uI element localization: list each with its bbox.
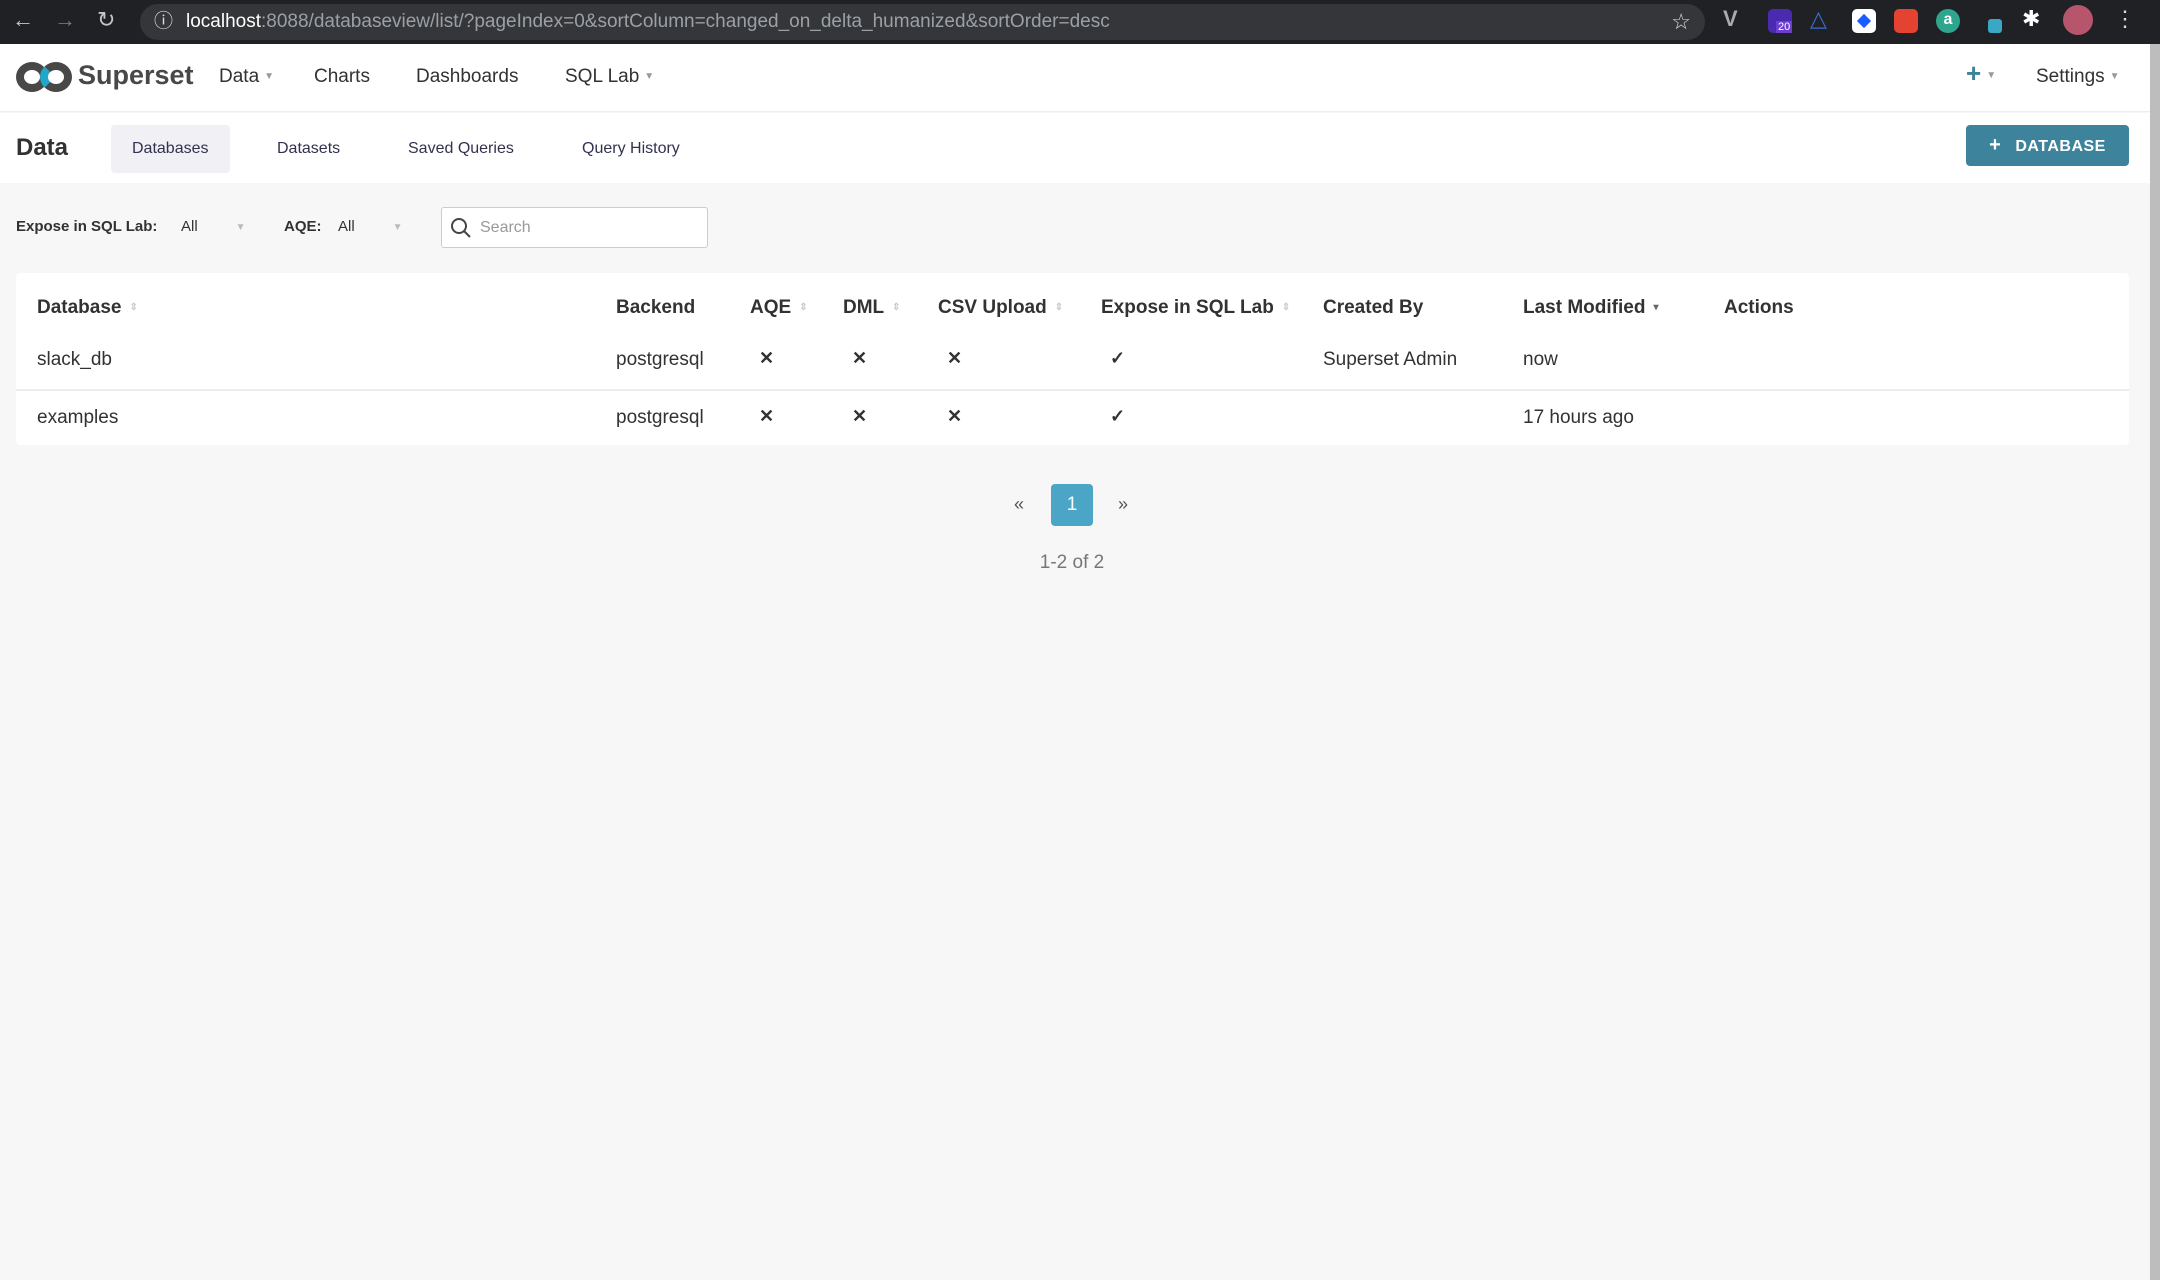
- nav-dashboards[interactable]: Dashboards: [416, 66, 518, 88]
- col-actions: Actions: [1724, 297, 1794, 319]
- table-header: Database⇕ Backend AQE⇕ DML⇕ CSV Upload⇕ …: [16, 273, 2129, 337]
- x-icon: ✕: [759, 348, 774, 369]
- todoist-icon[interactable]: [1894, 9, 1918, 33]
- table-row[interactable]: examples postgresql ✕ ✕ ✕ ✓ 17 hours ago: [16, 391, 2129, 447]
- caret-down-icon: ▼: [393, 222, 403, 233]
- sort-icon: ⇕: [1055, 302, 1063, 313]
- cell-last-modified: now: [1523, 349, 1558, 371]
- col-last-modified[interactable]: Last Modified▾: [1523, 297, 1658, 319]
- caret-down-icon: ▼: [1986, 70, 1996, 81]
- col-backend: Backend: [616, 297, 695, 319]
- profile-avatar[interactable]: [2063, 5, 2093, 35]
- add-database-button[interactable]: +DATABASE: [1966, 125, 2129, 166]
- window-border: [2150, 44, 2160, 1280]
- sort-desc-icon: ▾: [1653, 302, 1658, 313]
- cell-backend: postgresql: [616, 349, 704, 371]
- col-expose[interactable]: Expose in SQL Lab⇕: [1101, 297, 1290, 319]
- sort-icon: ⇕: [892, 302, 900, 313]
- x-icon: ✕: [947, 348, 962, 369]
- triangle-extension-icon[interactable]: △: [1810, 6, 1827, 32]
- next-page-button[interactable]: »: [1118, 494, 1128, 515]
- puzzle-extensions-icon[interactable]: ✱: [2022, 6, 2040, 32]
- tab-query-history[interactable]: Query History: [561, 125, 701, 173]
- cell-backend: postgresql: [616, 407, 704, 429]
- caret-down-icon: ▼: [644, 71, 654, 82]
- col-aqe[interactable]: AQE⇕: [750, 297, 808, 319]
- caret-down-icon: ▼: [236, 222, 246, 233]
- check-icon: ✓: [1110, 348, 1125, 369]
- databases-table: Database⇕ Backend AQE⇕ DML⇕ CSV Upload⇕ …: [16, 273, 2129, 445]
- page-1-button[interactable]: 1: [1051, 484, 1093, 526]
- expose-filter-label: Expose in SQL Lab:: [16, 218, 157, 235]
- sort-icon: ⇕: [1282, 302, 1290, 313]
- page: Superset Data▼ Charts Dashboards SQL Lab…: [0, 44, 2150, 1280]
- caret-down-icon: ▼: [2110, 71, 2120, 82]
- new-menu[interactable]: +▼: [1966, 58, 1996, 89]
- bookmark-star-icon[interactable]: ☆: [1671, 4, 1691, 40]
- pagination-summary: 1-2 of 2: [972, 552, 1172, 574]
- plus-icon: +: [1966, 58, 1981, 88]
- reload-icon[interactable]: ↻: [97, 7, 115, 33]
- settings-menu[interactable]: Settings▼: [2036, 66, 2120, 88]
- nav-data[interactable]: Data▼: [219, 66, 274, 88]
- prev-page-button[interactable]: «: [1014, 494, 1024, 515]
- plus-icon: +: [1989, 134, 2001, 156]
- x-icon: ✕: [852, 348, 867, 369]
- sort-icon: ⇕: [799, 302, 807, 313]
- a-extension-icon[interactable]: a: [1936, 9, 1960, 33]
- cell-database: slack_db: [37, 349, 112, 371]
- back-icon[interactable]: ←: [12, 7, 34, 33]
- browser-toolbar: ← → ↻ ⓘ localhost:8088/databaseview/list…: [0, 0, 2160, 44]
- table-row[interactable]: slack_db postgresql ✕ ✕ ✕ ✓ Superset Adm…: [16, 333, 2129, 389]
- search-input[interactable]: Search: [441, 207, 708, 248]
- navbar: Superset Data▼ Charts Dashboards SQL Lab…: [0, 44, 2150, 112]
- expose-filter-select[interactable]: All▼: [181, 218, 246, 235]
- vue-extension-icon[interactable]: V: [1723, 6, 1738, 32]
- col-csv-upload[interactable]: CSV Upload⇕: [938, 297, 1063, 319]
- tab-databases[interactable]: Databases: [111, 125, 230, 173]
- diamond-extension-icon[interactable]: [1852, 9, 1876, 33]
- subheader: Data Databases Datasets Saved Queries Qu…: [0, 113, 2150, 183]
- aqe-filter-label: AQE:: [284, 218, 322, 235]
- tab-datasets[interactable]: Datasets: [256, 125, 361, 173]
- col-created-by: Created By: [1323, 297, 1423, 319]
- nav-sql-lab[interactable]: SQL Lab▼: [565, 66, 654, 88]
- extension-icon[interactable]: 20: [1768, 9, 1792, 33]
- cell-created-by: Superset Admin: [1323, 349, 1457, 371]
- menu-icon[interactable]: ⋮: [2114, 6, 2136, 32]
- cell-database: examples: [37, 407, 118, 429]
- check-icon: ✓: [1110, 406, 1125, 427]
- page-title: Data: [16, 134, 68, 162]
- search-icon: [450, 217, 472, 239]
- x-icon: ✕: [947, 406, 962, 427]
- col-dml[interactable]: DML⇕: [843, 297, 901, 319]
- col-database[interactable]: Database⇕: [37, 297, 138, 319]
- cell-last-modified: 17 hours ago: [1523, 407, 1634, 429]
- address-bar[interactable]: ⓘ localhost:8088/databaseview/list/?page…: [140, 4, 1705, 40]
- aqe-filter-select[interactable]: All▼: [338, 218, 403, 235]
- x-icon: ✕: [759, 406, 774, 427]
- superset-logo-icon[interactable]: [16, 62, 74, 92]
- sort-icon: ⇕: [130, 302, 138, 313]
- brand-name[interactable]: Superset: [78, 60, 194, 91]
- pen-extension-icon[interactable]: [1978, 9, 2002, 33]
- x-icon: ✕: [852, 406, 867, 427]
- nav-charts[interactable]: Charts: [314, 66, 370, 88]
- tab-saved-queries[interactable]: Saved Queries: [387, 125, 535, 173]
- info-icon: ⓘ: [154, 4, 173, 40]
- caret-down-icon: ▼: [264, 71, 274, 82]
- forward-icon[interactable]: →: [54, 7, 76, 33]
